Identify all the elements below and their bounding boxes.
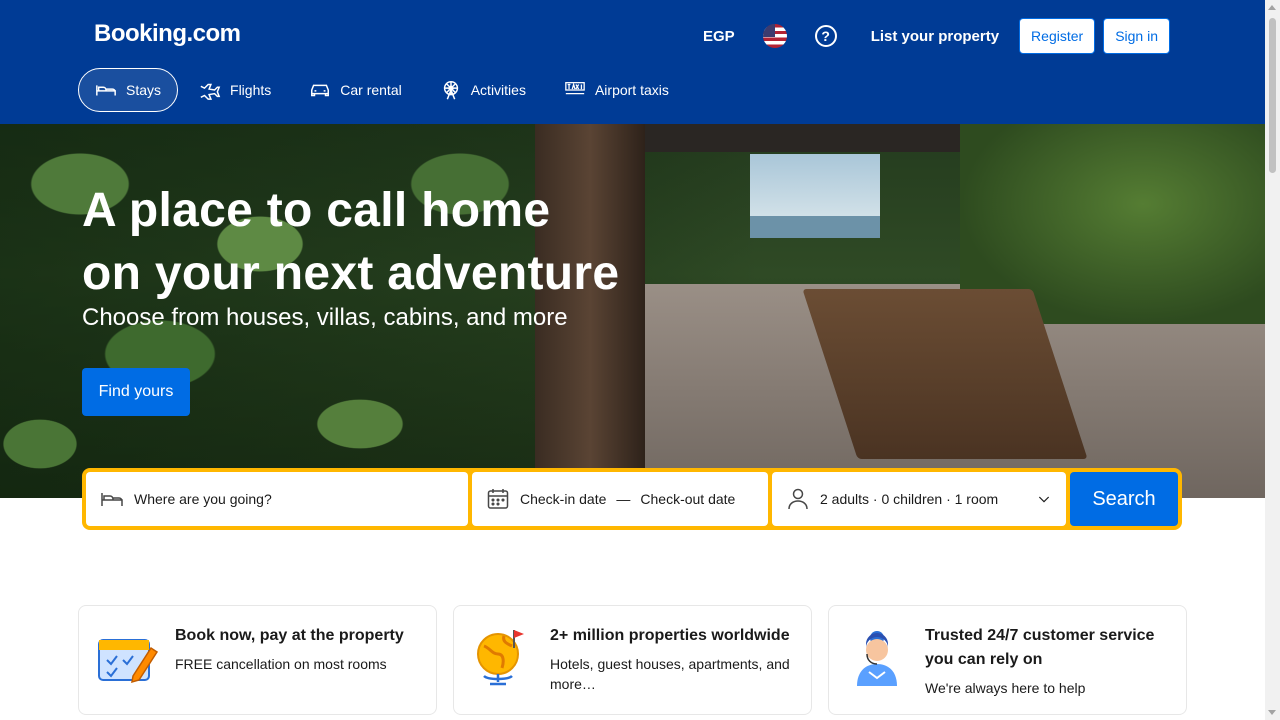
sign-in-button[interactable]: Sign in — [1103, 18, 1170, 54]
hero-title: A place to call home on your next advent… — [82, 179, 619, 305]
tab-label: Airport taxis — [594, 82, 669, 98]
value-card-text: Trusted 24/7 customer service you can re… — [925, 624, 1170, 696]
us-flag-icon[interactable] — [762, 24, 787, 48]
value-card-text: Book now, pay at the property FREE cance… — [175, 624, 404, 696]
value-props: Book now, pay at the property FREE cance… — [78, 605, 1187, 715]
product-tabs: Stays Flights Car rental Activities Airp… — [78, 68, 686, 112]
value-card-description: FREE cancellation on most rooms — [175, 656, 387, 672]
value-card: Book now, pay at the property FREE cance… — [78, 605, 437, 715]
hero-banner: A place to call home on your next advent… — [0, 124, 1265, 498]
tab-activities[interactable]: Activities — [423, 68, 543, 112]
car-icon — [311, 84, 330, 97]
hero-subtitle: Choose from houses, villas, cabins, and … — [82, 304, 568, 331]
chevron-down-icon — [1038, 496, 1050, 503]
register-button[interactable]: Register — [1019, 18, 1096, 54]
value-card: Trusted 24/7 customer service you can re… — [828, 605, 1187, 715]
currency-selector[interactable]: EGP — [691, 18, 747, 54]
page-scrollbar[interactable] — [1265, 0, 1280, 720]
tab-car-rental[interactable]: Car rental — [292, 68, 418, 112]
destination-field[interactable]: Where are you going? — [86, 472, 468, 526]
tab-label: Stays — [126, 82, 162, 98]
checkin-date[interactable]: Check-in date — [520, 491, 606, 507]
bed-icon — [96, 85, 116, 96]
occupancy-text: 2 adults · 0 children · 1 room — [820, 491, 999, 507]
bed-icon — [101, 493, 123, 506]
tab-stays[interactable]: Stays — [78, 68, 179, 112]
list-property-link[interactable]: List your property — [859, 18, 1011, 54]
person-icon — [788, 488, 808, 510]
hero-title-line-2: on your next adventure — [82, 247, 620, 300]
calendar-icon — [487, 489, 509, 509]
tab-label: Flights — [230, 82, 272, 98]
date-separator: — — [616, 491, 631, 507]
value-card-title: 2+ million properties worldwide — [550, 627, 790, 644]
hero-title-line-1: A place to call home — [82, 184, 551, 237]
value-card: 2+ million properties worldwide Hotels, … — [453, 605, 812, 715]
tab-flights[interactable]: Flights — [182, 68, 288, 112]
value-card-description: Hotels, guest houses, apartments, and mo… — [550, 656, 790, 692]
ferris-wheel-icon — [443, 81, 458, 100]
value-card-description: We're always here to help — [925, 680, 1086, 696]
tab-label: Activities — [470, 82, 526, 98]
hero-photo-sky — [750, 154, 880, 224]
calendar-booking-icon — [98, 639, 159, 684]
taxi-icon — [565, 82, 585, 95]
date-field[interactable]: Check-in date — Check-out date — [472, 472, 768, 526]
site-header: Booking.com EGP ? List your property Reg… — [0, 0, 1265, 124]
scroll-up-arrow-icon[interactable] — [1268, 5, 1276, 10]
value-card-title: Book now, pay at the property — [175, 627, 404, 644]
destination-placeholder: Where are you going? — [134, 491, 272, 507]
tab-airport-taxis[interactable]: Airport taxis — [547, 68, 686, 112]
hero-photo-sea — [750, 216, 880, 238]
find-yours-button[interactable]: Find yours — [82, 368, 190, 416]
globe-icon — [477, 630, 524, 686]
help-icon[interactable]: ? — [814, 25, 837, 47]
search-button[interactable]: Search — [1070, 472, 1178, 526]
occupancy-field[interactable]: 2 adults · 0 children · 1 room — [772, 472, 1066, 526]
tab-label: Car rental — [340, 82, 402, 98]
customer-service-agent-icon — [857, 631, 897, 686]
header-actions: EGP ? List your property Register Sign i… — [691, 18, 1170, 54]
checkout-date[interactable]: Check-out date — [640, 491, 735, 507]
search-bar: Where are you going? Check-in date — Che… — [82, 468, 1182, 530]
value-card-text: 2+ million properties worldwide Hotels, … — [550, 624, 795, 696]
scrollbar-thumb[interactable] — [1269, 18, 1276, 173]
scroll-down-arrow-icon[interactable] — [1268, 710, 1276, 715]
value-card-title: Trusted 24/7 customer service you can re… — [925, 627, 1155, 668]
booking-logo[interactable]: Booking.com — [94, 20, 241, 48]
plane-icon — [200, 83, 221, 100]
